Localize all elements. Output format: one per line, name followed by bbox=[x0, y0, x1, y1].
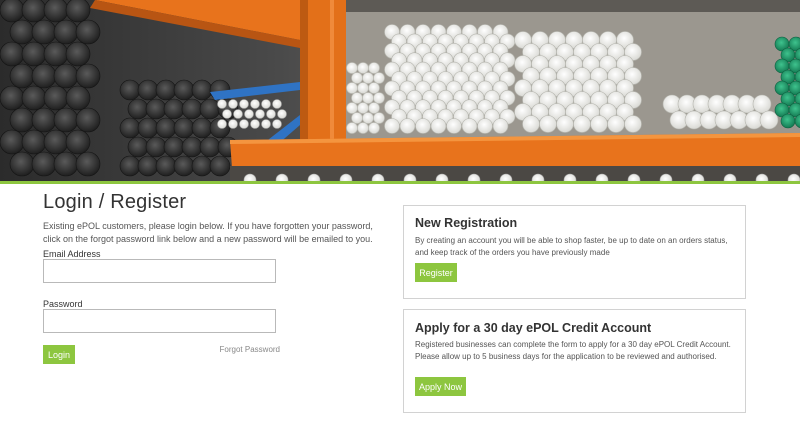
login-button[interactable]: Login bbox=[43, 345, 75, 364]
forgot-password-link[interactable]: Forgot Password bbox=[220, 345, 280, 354]
email-field[interactable] bbox=[43, 259, 276, 283]
login-instructions: Existing ePOL customers, please login be… bbox=[43, 221, 373, 244]
registration-description: By creating an account you will be able … bbox=[415, 236, 728, 257]
apply-now-button[interactable]: Apply Now bbox=[415, 377, 466, 396]
accent-divider bbox=[0, 181, 800, 184]
credit-account-card: Apply for a 30 day ePOL Credit Account R… bbox=[403, 309, 746, 413]
credit-account-description: Registered businesses can complete the f… bbox=[415, 340, 731, 361]
page-title: Login / Register bbox=[43, 191, 187, 213]
login-section: Login / Register Existing ePOL customers… bbox=[43, 190, 389, 364]
hero-banner-image bbox=[0, 0, 800, 181]
password-field[interactable] bbox=[43, 309, 276, 333]
email-label: Email Address bbox=[43, 249, 101, 259]
new-registration-card: New Registration By creating an account … bbox=[403, 205, 746, 299]
registration-title: New Registration bbox=[415, 216, 518, 230]
register-button[interactable]: Register bbox=[415, 263, 457, 282]
password-label: Password bbox=[43, 299, 83, 309]
credit-account-title: Apply for a 30 day ePOL Credit Account bbox=[415, 321, 652, 335]
